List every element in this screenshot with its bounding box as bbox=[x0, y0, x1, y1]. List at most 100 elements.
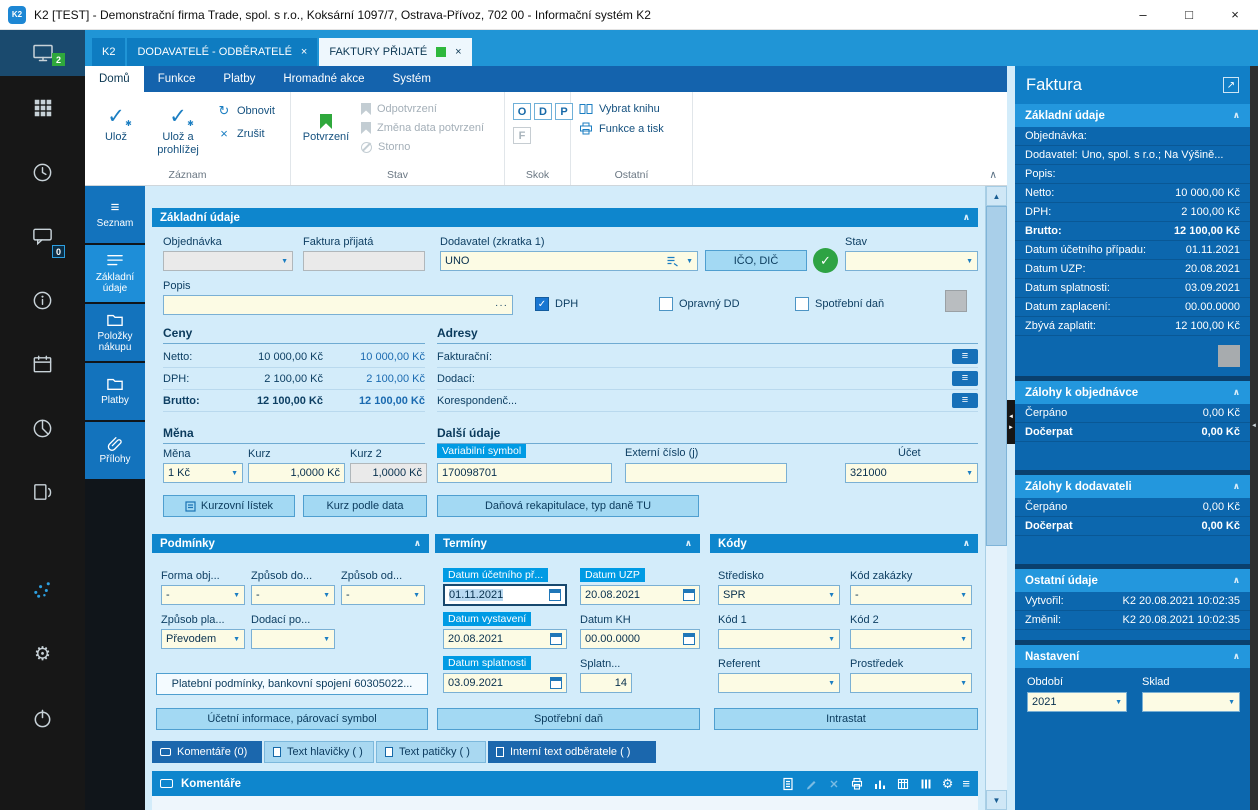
sidebar-item-modules[interactable] bbox=[0, 76, 85, 140]
vertical-scrollbar[interactable]: ▲ ▼ bbox=[985, 186, 1007, 810]
collapse-right-icon[interactable]: ► bbox=[1008, 425, 1014, 431]
dropdown-icon[interactable]: ▼ bbox=[1225, 699, 1235, 706]
maximize-button[interactable]: □ bbox=[1166, 0, 1212, 29]
collapse-left-icon[interactable]: ◄ bbox=[1008, 414, 1014, 420]
calendar-icon[interactable] bbox=[549, 589, 561, 601]
stredisko-field[interactable]: SPR▼ bbox=[718, 585, 840, 605]
datum-uzp-field[interactable]: 20.08.2021 bbox=[580, 585, 700, 605]
spotrebni-dan-button[interactable]: Spotřební daň bbox=[437, 708, 700, 730]
prostredek-field[interactable]: ▼ bbox=[850, 673, 972, 693]
jump-o-button[interactable]: O bbox=[513, 103, 531, 120]
splitter-handle[interactable]: ◄ ► bbox=[1007, 400, 1015, 444]
kurzovni-listek-button[interactable]: Kurzovní lístek bbox=[163, 495, 295, 517]
sidebar-item-reports[interactable] bbox=[0, 396, 85, 460]
scroll-down-button[interactable]: ▼ bbox=[986, 790, 1007, 810]
section-header-ostatni[interactable]: Ostatní údaje∧ bbox=[1015, 569, 1250, 592]
scroll-thumb[interactable] bbox=[986, 206, 1007, 546]
ellipsis-button[interactable]: ··· bbox=[495, 300, 508, 311]
dropdown-icon[interactable]: ▼ bbox=[320, 592, 330, 599]
section-header-zakladni[interactable]: Základní údaje∧ bbox=[1015, 104, 1250, 127]
cancel-button[interactable]: ×Zrušit bbox=[217, 126, 275, 141]
intrastat-button[interactable]: Intrastat bbox=[714, 708, 978, 730]
nav-item-polozky-nakupu[interactable]: Položky nákupu bbox=[85, 304, 145, 361]
save-button[interactable]: ✓✱ Ulož bbox=[93, 97, 139, 162]
calendar-icon[interactable] bbox=[683, 633, 695, 645]
chevron-up-icon[interactable]: ∧ bbox=[685, 538, 692, 549]
tab-text-hlavicky[interactable]: Text hlavičky ( ) bbox=[264, 741, 374, 763]
sidebar-item-info[interactable] bbox=[0, 268, 85, 332]
menu-system[interactable]: Systém bbox=[379, 66, 445, 92]
kod2-field[interactable]: ▼ bbox=[850, 629, 972, 649]
terminy-header[interactable]: Termíny∧ bbox=[435, 534, 700, 553]
chevron-up-icon[interactable]: ∧ bbox=[414, 538, 421, 549]
menu-funkce[interactable]: Funkce bbox=[144, 66, 210, 92]
externi-cislo-field[interactable] bbox=[625, 463, 787, 483]
dropdown-icon[interactable]: ▼ bbox=[957, 680, 967, 687]
datum-splatnosti-field[interactable]: 03.09.2021 bbox=[443, 673, 567, 693]
chevron-up-icon[interactable]: ∧ bbox=[963, 538, 970, 549]
forma-obj-field[interactable]: -▼ bbox=[161, 585, 245, 605]
nav-item-seznam[interactable]: ≡ Seznam bbox=[85, 186, 145, 243]
dropdown-icon[interactable]: ▼ bbox=[963, 258, 973, 265]
scroll-up-button[interactable]: ▲ bbox=[986, 186, 1007, 206]
new-document-icon[interactable] bbox=[781, 777, 795, 791]
lookup-icon[interactable] bbox=[666, 255, 679, 267]
functions-print-button[interactable]: Funkce a tisk bbox=[579, 122, 664, 135]
sidebar-item-history[interactable] bbox=[0, 140, 85, 204]
dropdown-icon[interactable]: ▼ bbox=[683, 258, 693, 265]
tab-close-icon[interactable]: × bbox=[301, 46, 307, 58]
dropdown-icon[interactable]: ▼ bbox=[228, 470, 238, 477]
scroll-track[interactable] bbox=[986, 546, 1007, 790]
tab-text-paticky[interactable]: Text patičky ( ) bbox=[376, 741, 486, 763]
calendar-icon[interactable] bbox=[550, 677, 562, 689]
right-edge-strip[interactable]: ◄ bbox=[1250, 66, 1258, 810]
panel-splitter[interactable]: ◄ ► bbox=[1007, 66, 1015, 810]
kurz-field[interactable]: 1,0000 Kč bbox=[248, 463, 345, 483]
gear-icon[interactable]: ⚙ bbox=[942, 777, 954, 790]
dropdown-icon[interactable]: ▼ bbox=[957, 636, 967, 643]
sklad-field[interactable]: ▼ bbox=[1142, 692, 1240, 712]
sidebar-item-social[interactable] bbox=[0, 558, 85, 622]
section-header-zalohy-dodavateli[interactable]: Zálohy k dodavateli∧ bbox=[1015, 475, 1250, 498]
nav-item-platby[interactable]: Platby bbox=[85, 363, 145, 420]
menu-domu[interactable]: Domů bbox=[85, 66, 144, 92]
dropdown-icon[interactable]: ▼ bbox=[825, 680, 835, 687]
popis-field[interactable]: ··· bbox=[163, 295, 513, 315]
calendar-icon[interactable] bbox=[683, 589, 695, 601]
nav-item-prilohy[interactable]: Přílohy bbox=[85, 422, 145, 479]
kod1-field[interactable]: ▼ bbox=[718, 629, 840, 649]
sidebar-item-settings[interactable]: ⚙ bbox=[0, 622, 85, 686]
danova-rekapitulace-button[interactable]: Daňová rekapitulace, typ daně TU bbox=[437, 495, 699, 517]
dropdown-icon[interactable]: ▼ bbox=[825, 592, 835, 599]
dropdown-icon[interactable]: ▼ bbox=[957, 592, 967, 599]
jump-d-button[interactable]: D bbox=[534, 103, 552, 120]
menu-platby[interactable]: Platby bbox=[209, 66, 269, 92]
dodaci-podminky-field[interactable]: ▼ bbox=[251, 629, 335, 649]
print-icon[interactable] bbox=[850, 777, 864, 791]
sidebar-item-power[interactable] bbox=[0, 686, 85, 750]
sidebar-item-desktop[interactable]: 2 bbox=[0, 30, 85, 76]
calendar-icon[interactable] bbox=[550, 633, 562, 645]
dodavatel-field[interactable]: UNO ▼ bbox=[440, 251, 698, 271]
collapse-ribbon-icon[interactable]: ∧ bbox=[989, 169, 997, 181]
obdobi-field[interactable]: 2021▼ bbox=[1027, 692, 1127, 712]
dropdown-icon[interactable]: ▼ bbox=[963, 470, 973, 477]
confirm-button[interactable]: Potvrzení bbox=[299, 97, 353, 162]
sidebar-item-phone[interactable] bbox=[0, 460, 85, 524]
sidebar-item-calendar[interactable] bbox=[0, 332, 85, 396]
dropdown-icon[interactable]: ▼ bbox=[410, 592, 420, 599]
kurz-podle-data-button[interactable]: Kurz podle data bbox=[303, 495, 427, 517]
faktura-prijata-field[interactable] bbox=[303, 251, 425, 271]
chart-icon[interactable] bbox=[873, 777, 887, 791]
podminky-header[interactable]: Podmínky∧ bbox=[152, 534, 429, 553]
tab-interni-text[interactable]: Interní text odběratele ( ) bbox=[488, 741, 656, 763]
zpusob-platby-field[interactable]: Převodem▼ bbox=[161, 629, 245, 649]
dropdown-icon[interactable]: ▼ bbox=[1112, 699, 1122, 706]
stav-field[interactable]: ▼ bbox=[845, 251, 978, 271]
splatnost-field[interactable]: 14 bbox=[580, 673, 632, 693]
address-menu-button[interactable]: ≡ bbox=[952, 349, 978, 364]
datum-kh-field[interactable]: 00.00.0000 bbox=[580, 629, 700, 649]
chevron-up-icon[interactable]: ∧ bbox=[963, 212, 970, 223]
datum-vystaveni-field[interactable]: 20.08.2021 bbox=[443, 629, 567, 649]
refresh-button[interactable]: ↻Obnovit bbox=[217, 103, 275, 119]
